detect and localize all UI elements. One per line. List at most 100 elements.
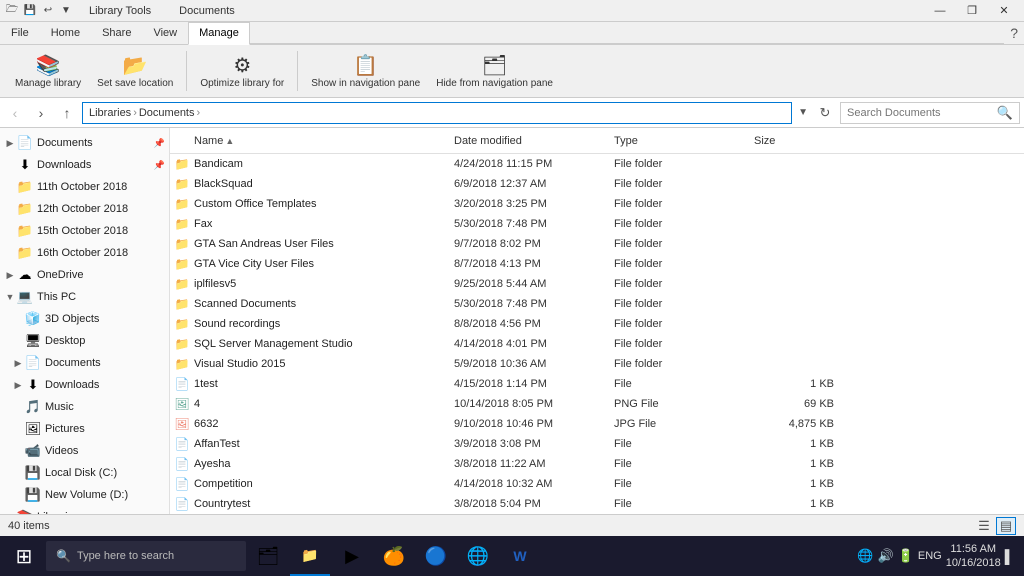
tab-documents[interactable]: Documents	[170, 2, 244, 20]
file-row[interactable]: 🖼 6632 9/10/2018 10:46 PM JPG File 4,875…	[170, 414, 1024, 434]
view-list-button[interactable]: ▤	[996, 517, 1016, 535]
thispc-icon: 💻	[16, 288, 34, 306]
folder-icon[interactable]: 🗁	[4, 3, 20, 19]
sidebar-item-onedrive[interactable]: ▶ ☁ OneDrive	[0, 264, 169, 286]
set-save-location-button[interactable]: 📂 Set save location	[90, 50, 180, 92]
sidebar-item-newvol[interactable]: 💾 New Volume (D:)	[0, 484, 169, 506]
sidebar-item-oct15[interactable]: 📁 15th October 2018	[0, 220, 169, 242]
file-row[interactable]: 📁 Fax 5/30/2018 7:48 PM File folder	[170, 214, 1024, 234]
explorer-taskbar-button[interactable]: 📁	[290, 536, 330, 576]
tab-share[interactable]: Share	[91, 22, 142, 44]
file-row[interactable]: 📁 Bandicam 4/24/2018 11:15 PM File folde…	[170, 154, 1024, 174]
search-bar[interactable]: 🔍	[840, 102, 1020, 124]
tab-file[interactable]: File	[0, 22, 40, 44]
col-modified[interactable]: Date modified	[454, 135, 614, 147]
sidebar-item-thispc[interactable]: ▼ 💻 This PC	[0, 286, 169, 308]
refresh-button[interactable]: ↻	[814, 102, 836, 124]
start-button[interactable]: ⊞	[4, 536, 44, 576]
tab-manage[interactable]: Manage	[188, 22, 250, 45]
up-button[interactable]: ↑	[56, 102, 78, 124]
file-row[interactable]: 📄 Countrytest 3/8/2018 5:04 PM File 1 KB	[170, 494, 1024, 514]
file-row[interactable]: 📁 GTA San Andreas User Files 9/7/2018 8:…	[170, 234, 1024, 254]
close-button[interactable]: ✕	[988, 0, 1020, 22]
dropdown-icon[interactable]: ▼	[58, 3, 74, 19]
file-row[interactable]: 📁 Visual Studio 2015 5/9/2018 10:36 AM F…	[170, 354, 1024, 374]
edge-button[interactable]: 🌐	[458, 536, 498, 576]
search-input[interactable]	[847, 107, 997, 119]
file-row[interactable]: 📁 Scanned Documents 5/30/2018 7:48 PM Fi…	[170, 294, 1024, 314]
file-row[interactable]: 🖼 4 10/14/2018 8:05 PM PNG File 69 KB	[170, 394, 1024, 414]
show-desktop-button[interactable]: ▌	[1005, 549, 1014, 564]
save-icon[interactable]: 💾	[22, 3, 38, 19]
optimize-library-button[interactable]: ⚙ Optimize library for	[193, 50, 291, 92]
undo-icon[interactable]: ↩	[40, 3, 56, 19]
file-type: File	[614, 478, 754, 490]
taskbar-search[interactable]: 🔍 Type here to search	[46, 541, 246, 571]
file-row[interactable]: 📄 1test 4/15/2018 1:14 PM File 1 KB	[170, 374, 1024, 394]
sidebar-item-documents-quick[interactable]: ▶ 📄 Documents 📌	[0, 132, 169, 154]
file-row[interactable]: 📁 Sound recordings 8/8/2018 4:56 PM File…	[170, 314, 1024, 334]
file-size: 1 KB	[754, 478, 834, 490]
sidebar-item-localc[interactable]: 💾 Local Disk (C:)	[0, 462, 169, 484]
file-modified: 5/30/2018 7:48 PM	[454, 218, 614, 230]
file-row[interactable]: 📄 Ayesha 3/8/2018 11:22 AM File 1 KB	[170, 454, 1024, 474]
sidebar-item-libraries[interactable]: ▼ 📚 Libraries	[0, 506, 169, 514]
maximize-button[interactable]: ❐	[956, 0, 988, 22]
network-tray-icon[interactable]: 🌐	[857, 548, 873, 564]
breadcrumb-libraries[interactable]: Libraries	[89, 107, 131, 119]
time-label: 11:56 AM	[950, 542, 996, 556]
chrome-button[interactable]: 🔵	[416, 536, 456, 576]
col-name[interactable]: Name ▲	[174, 135, 454, 147]
minimize-button[interactable]: —	[924, 0, 956, 22]
show-in-nav-button[interactable]: 📋 Show in navigation pane	[304, 50, 427, 92]
volume-icon[interactable]: 🔊	[878, 548, 894, 564]
sidebar-item-music-pc[interactable]: 🎵 Music	[0, 396, 169, 418]
help-button[interactable]: ?	[1004, 22, 1024, 44]
file-row[interactable]: 📄 Competition 4/14/2018 10:32 AM File 1 …	[170, 474, 1024, 494]
task-view-button[interactable]: 🗂	[248, 536, 288, 576]
tab-home[interactable]: Home	[40, 22, 91, 44]
clock[interactable]: 11:56 AM 10/16/2018	[946, 542, 1001, 571]
sidebar-item-oct12[interactable]: 📁 12th October 2018	[0, 198, 169, 220]
sidebar-item-oct16[interactable]: 📁 16th October 2018	[0, 242, 169, 264]
col-size[interactable]: Size	[754, 135, 834, 147]
file-row[interactable]: 📁 SQL Server Management Studio 4/14/2018…	[170, 334, 1024, 354]
breadcrumb-documents[interactable]: Documents	[139, 107, 195, 119]
sidebar-item-desktop[interactable]: 🖥 Desktop	[0, 330, 169, 352]
back-button[interactable]: ‹	[4, 102, 26, 124]
sidebar-item-documents-pc[interactable]: ▶ 📄 Documents	[0, 352, 169, 374]
hide-nav-button[interactable]: 🗂 Hide from navigation pane	[429, 50, 560, 92]
sidebar-item-downloads-quick[interactable]: ⬇ Downloads 📌	[0, 154, 169, 176]
sidebar-item-downloads-pc[interactable]: ▶ ⬇ Downloads	[0, 374, 169, 396]
search-icon: 🔍	[997, 105, 1013, 121]
sidebar-item-oct11[interactable]: 📁 11th October 2018	[0, 176, 169, 198]
sidebar-item-pictures-pc[interactable]: 🖼 Pictures	[0, 418, 169, 440]
title-bar: 🗁 💾 ↩ ▼ Library Tools Documents — ❐ ✕	[0, 0, 1024, 22]
file-row[interactable]: 📄 AffanTest 3/9/2018 3:08 PM File 1 KB	[170, 434, 1024, 454]
file-icon: 📁	[174, 156, 190, 172]
file-name: AffanTest	[194, 438, 454, 450]
manage-library-button[interactable]: 📚 Manage library	[8, 50, 88, 92]
file-name: SQL Server Management Studio	[194, 338, 454, 350]
tab-library-tools[interactable]: Library Tools	[80, 2, 160, 20]
file-modified: 6/9/2018 12:37 AM	[454, 178, 614, 190]
forward-button[interactable]: ›	[30, 102, 52, 124]
vlc-button[interactable]: ▶	[332, 536, 372, 576]
hide-icon: 🗂	[482, 53, 507, 78]
col-type[interactable]: Type	[614, 135, 754, 147]
battery-icon[interactable]: 🔋	[898, 548, 914, 564]
file-row[interactable]: 📁 GTA Vice City User Files 8/7/2018 4:13…	[170, 254, 1024, 274]
file-row[interactable]: 📁 iplfilesv5 9/25/2018 5:44 AM File fold…	[170, 274, 1024, 294]
word-button[interactable]: W	[500, 536, 540, 576]
view-details-button[interactable]: ☰	[974, 517, 994, 535]
file-row[interactable]: 📁 Custom Office Templates 3/20/2018 3:25…	[170, 194, 1024, 214]
address-path[interactable]: Libraries › Documents ›	[82, 102, 792, 124]
sidebar-label: Downloads	[37, 159, 91, 171]
address-dropdown[interactable]: ▼	[796, 107, 810, 118]
tab-view[interactable]: View	[142, 22, 188, 44]
app-orange-button[interactable]: 🍊	[374, 536, 414, 576]
sidebar-item-videos-pc[interactable]: 📹 Videos	[0, 440, 169, 462]
file-row[interactable]: 📁 BlackSquad 6/9/2018 12:37 AM File fold…	[170, 174, 1024, 194]
onedrive-icon: ☁	[16, 266, 34, 284]
sidebar-item-3dobjects[interactable]: 🧊 3D Objects	[0, 308, 169, 330]
